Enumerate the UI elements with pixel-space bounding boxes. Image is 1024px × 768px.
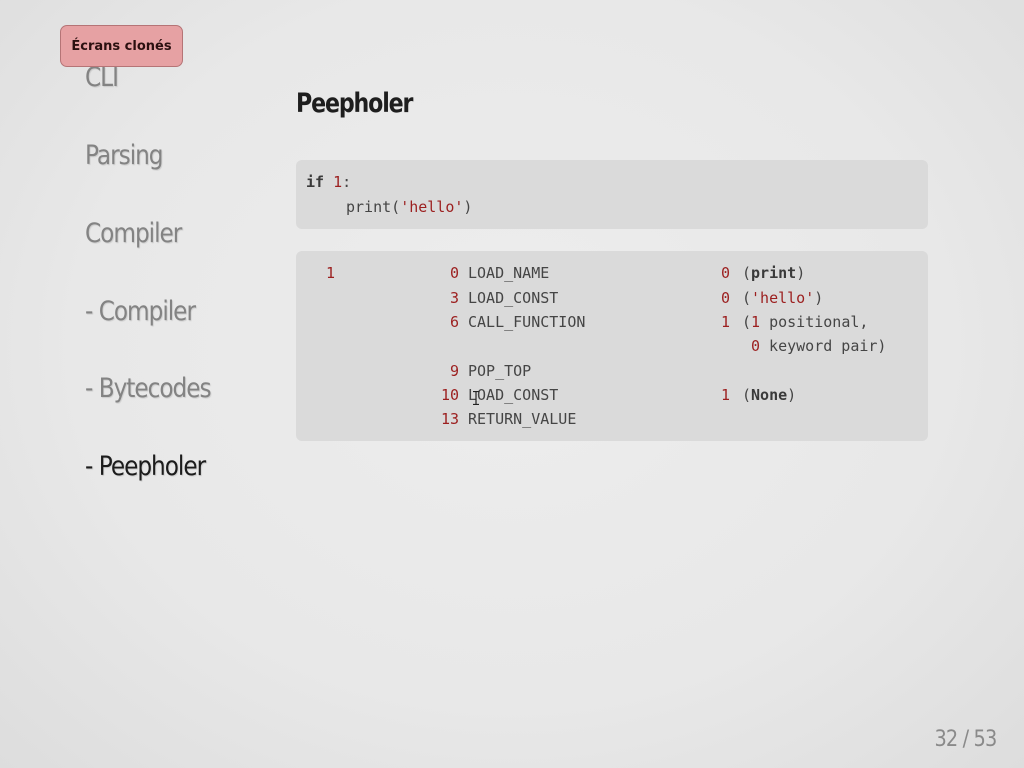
dis-opname: POP_TOP — [468, 362, 532, 380]
argrepr-close-paren: ) — [796, 264, 806, 282]
slide-page-counter: 32 / 53 — [934, 727, 997, 752]
argrepr-keyword-count: 0 — [751, 337, 761, 355]
source-code-block: if 1: print('hello') — [296, 160, 928, 229]
dis-offset: 6 — [449, 313, 459, 331]
dis-opname: LOAD_CONST — [468, 386, 559, 404]
print-call: print( — [346, 198, 401, 216]
dis-opname: CALL_FUNCTION — [468, 313, 586, 331]
argrepr-open-paren: ( — [742, 264, 752, 282]
nav-item-sub-peepholer[interactable]: - Peepholer — [85, 451, 206, 482]
cloned-screens-badge[interactable]: Écrans clonés — [60, 25, 183, 67]
print-close-paren: ) — [463, 198, 473, 216]
slide-title: Peepholer — [296, 88, 413, 119]
source-line-1: if 1: — [306, 173, 351, 191]
dis-argrepr: (1 positional, — [742, 313, 868, 331]
dis-arg: 0 — [721, 289, 731, 307]
argrepr-positional-count: 1 — [751, 313, 761, 331]
nav-item-compiler[interactable]: Compiler — [85, 218, 182, 249]
dis-offset: 9 — [449, 362, 459, 380]
argrepr-close-paren: ) — [787, 386, 797, 404]
argrepr-open-paren: ( — [742, 386, 752, 404]
dis-argrepr-continuation: 0 keyword pair) — [751, 337, 886, 355]
disassembly-block: 1 0 LOAD_NAME 0 (print) 3 LOAD_CONST 0 (… — [296, 251, 928, 441]
nav-item-parsing[interactable]: Parsing — [85, 140, 164, 171]
argrepr-close-paren: ) — [814, 289, 824, 307]
dis-arg: 0 — [721, 264, 731, 282]
argrepr-open-paren: ( — [742, 313, 752, 331]
if-keyword: if — [306, 173, 325, 191]
argrepr-value: positional, — [760, 313, 869, 331]
source-line-2: print('hello') — [346, 198, 472, 216]
dis-argrepr: (None) — [742, 386, 796, 404]
argrepr-value: print — [751, 264, 797, 282]
dis-opname: LOAD_NAME — [468, 264, 550, 282]
nav-item-sub-compiler[interactable]: - Compiler — [85, 296, 196, 327]
text-cursor-icon — [473, 391, 479, 405]
dis-arg: 1 — [721, 386, 731, 404]
nav-item-sub-bytecodes[interactable]: - Bytecodes — [85, 373, 212, 404]
if-colon: : — [342, 173, 352, 191]
dis-offset: 3 — [449, 289, 459, 307]
dis-opname: RETURN_VALUE — [468, 410, 577, 428]
dis-source-line-number: 1 — [326, 264, 336, 282]
print-string-arg: 'hello' — [400, 198, 464, 216]
dis-offset: 0 — [449, 264, 459, 282]
argrepr-value: 'hello' — [751, 289, 815, 307]
dis-argrepr: (print) — [742, 264, 805, 282]
dis-arg: 1 — [721, 313, 731, 331]
dis-offset: 13 — [440, 410, 459, 428]
dis-opname: LOAD_CONST — [468, 289, 559, 307]
dis-argrepr: ('hello') — [742, 289, 823, 307]
argrepr-open-paren: ( — [742, 289, 752, 307]
dis-offset: 10 — [440, 386, 459, 404]
argrepr-value: None — [751, 386, 788, 404]
if-condition-number: 1 — [333, 173, 343, 191]
argrepr-keyword-text: keyword pair) — [760, 337, 887, 355]
